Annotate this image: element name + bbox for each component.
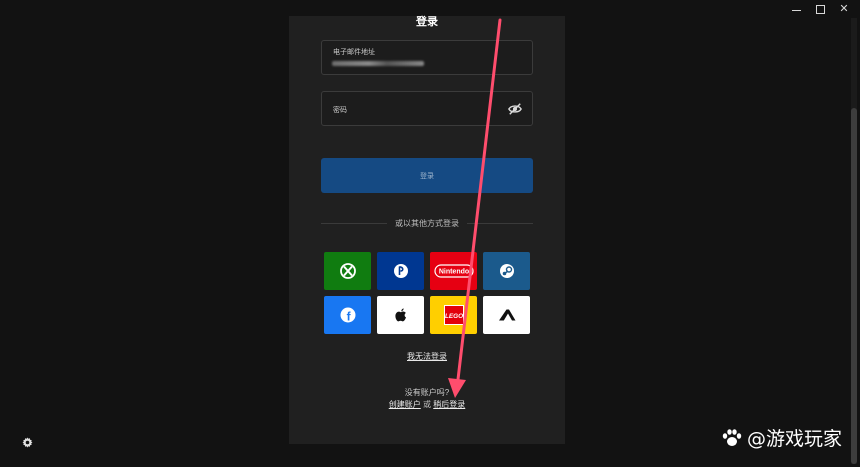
lego-logo-text: LEGO bbox=[444, 313, 462, 320]
email-value-redacted bbox=[332, 61, 424, 66]
xbox-icon bbox=[339, 263, 356, 279]
eye-off-icon[interactable] bbox=[508, 102, 522, 116]
nintendo-login-button[interactable]: Nintendo bbox=[430, 252, 477, 290]
minimize-button[interactable] bbox=[790, 3, 802, 15]
nintendo-icon: Nintendo bbox=[433, 264, 474, 278]
scrollbar-thumb[interactable] bbox=[851, 108, 857, 464]
minimize-icon bbox=[791, 9, 801, 11]
steam-icon bbox=[499, 264, 514, 278]
paw-icon bbox=[722, 428, 742, 446]
login-button[interactable]: 登录 bbox=[321, 158, 533, 193]
page-title: 登录 bbox=[416, 16, 438, 28]
login-later-link[interactable]: 稍后登录 bbox=[433, 400, 465, 409]
email-field-label: 电子邮件地址 bbox=[333, 49, 375, 56]
playstation-login-button[interactable] bbox=[377, 252, 424, 290]
xbox-login-button[interactable] bbox=[324, 252, 371, 290]
account-links: 创建账户 或 稍后登录 bbox=[289, 399, 565, 410]
login-panel bbox=[289, 16, 565, 444]
watermark: @游戏玩家 bbox=[721, 424, 842, 451]
close-icon: ✕ bbox=[839, 3, 849, 15]
no-account-text: 没有账户吗? bbox=[404, 388, 450, 397]
divider-line-left bbox=[321, 222, 387, 224]
nintendo-logo-text: Nintendo bbox=[438, 269, 468, 276]
watermark-text: @游戏玩家 bbox=[746, 428, 842, 450]
gear-icon[interactable] bbox=[22, 437, 33, 448]
close-button[interactable]: ✕ bbox=[838, 3, 850, 15]
facebook-login-button[interactable]: f bbox=[324, 296, 371, 334]
lego-icon: LEGO bbox=[443, 305, 464, 325]
email-field[interactable]: 电子邮件地址 bbox=[321, 40, 533, 75]
divider: 或以其他方式登录 bbox=[321, 218, 533, 228]
create-account-link[interactable]: 创建账户 bbox=[389, 400, 421, 409]
epic-login-button[interactable] bbox=[483, 296, 530, 334]
apple-login-button[interactable] bbox=[377, 296, 424, 334]
cant-login-link[interactable]: 我无法登录 bbox=[289, 351, 565, 362]
window-controls: ✕ bbox=[790, 3, 850, 15]
facebook-icon: f bbox=[340, 307, 355, 323]
password-field-label: 密码 bbox=[333, 107, 347, 114]
lego-login-button[interactable]: LEGO bbox=[430, 296, 477, 334]
apple-icon bbox=[394, 307, 406, 321]
maximize-button[interactable] bbox=[814, 3, 826, 15]
maximize-icon bbox=[815, 4, 825, 14]
password-field[interactable]: 密码 bbox=[321, 91, 533, 126]
epic-games-icon bbox=[498, 309, 515, 321]
scrollbar[interactable] bbox=[851, 18, 857, 464]
steam-login-button[interactable] bbox=[483, 252, 530, 290]
divider-line-right bbox=[467, 222, 533, 224]
or-text: 或 bbox=[423, 400, 431, 409]
divider-text: 或以其他方式登录 bbox=[395, 218, 459, 228]
playstation-icon bbox=[393, 264, 408, 278]
provider-grid: Nintendo f LEGO bbox=[324, 252, 531, 334]
